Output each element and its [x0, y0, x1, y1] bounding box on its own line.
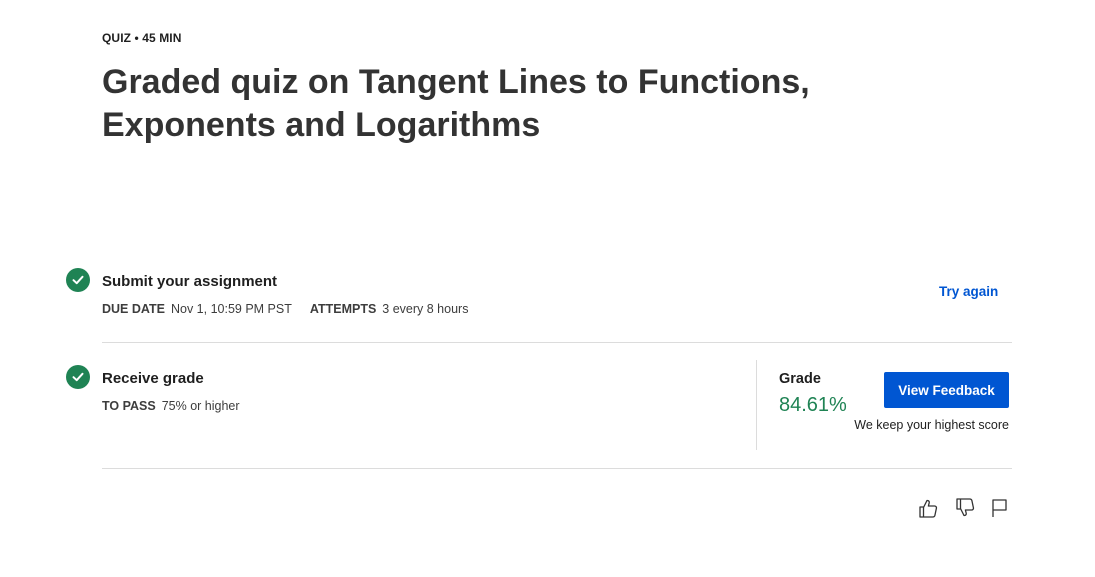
- to-pass-label: TO PASS: [102, 399, 156, 413]
- try-again-link[interactable]: Try again: [939, 284, 998, 299]
- divider: [102, 342, 1012, 343]
- attempts-value: 3 every 8 hours: [382, 302, 469, 316]
- submit-step-details: DUE DATE Nov 1, 10:59 PM PST ATTEMPTS 3 eve…: [102, 302, 486, 316]
- flag-icon[interactable]: [987, 496, 1011, 520]
- check-circle-icon: [66, 365, 90, 389]
- thumbs-down-icon[interactable]: [953, 496, 977, 520]
- grade-label: Grade: [779, 371, 821, 387]
- page-title: Graded quiz on Tangent Lines to Function…: [102, 63, 810, 144]
- grade-step-title: Receive grade: [102, 370, 204, 387]
- quiz-page: QUIZ • 45 MIN Graded quiz on Tangent Lin…: [0, 0, 1095, 577]
- attempts-label: ATTEMPTS: [309, 302, 377, 316]
- divider: [102, 468, 1012, 469]
- due-date-label: DUE DATE: [102, 302, 165, 316]
- check-circle-icon: [66, 268, 90, 292]
- grade-step-details: TO PASS 75% or higher: [102, 399, 258, 413]
- view-feedback-button[interactable]: View Feedback: [884, 372, 1009, 408]
- due-date-value: Nov 1, 10:59 PM PST: [170, 302, 292, 316]
- submit-step-title: Submit your assignment: [102, 273, 278, 290]
- quiz-meta: QUIZ • 45 MIN: [102, 31, 182, 45]
- highest-score-note: We keep your highest score: [854, 418, 1009, 432]
- thumbs-up-icon[interactable]: [916, 496, 940, 520]
- to-pass-value: 75% or higher: [161, 399, 240, 413]
- grade-panel-divider: [756, 360, 757, 450]
- grade-value: 84.61%: [779, 394, 847, 416]
